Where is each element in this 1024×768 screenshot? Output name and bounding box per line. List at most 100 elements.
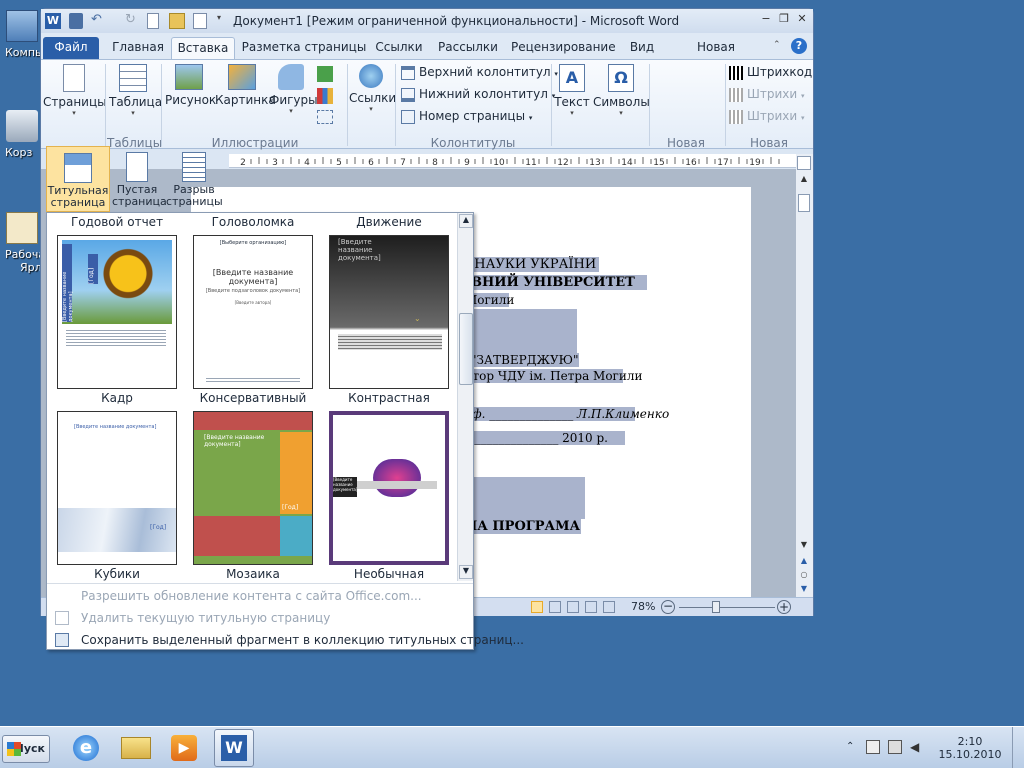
tab-home[interactable]: Главная (107, 37, 169, 59)
tab-file[interactable]: Файл (43, 37, 99, 59)
taskbar-word[interactable]: W (214, 729, 254, 767)
web-layout-icon[interactable] (567, 601, 579, 613)
tab-view[interactable]: Вид (625, 37, 659, 59)
links-icon (359, 64, 383, 88)
footer-button[interactable]: Нижний колонтитул ▾ (401, 84, 555, 104)
cover-page-button[interactable]: Титульная страница (46, 146, 110, 212)
cover-label-cubes: Кубики (94, 567, 140, 581)
draft-icon[interactable] (603, 601, 615, 613)
menu-item-save-selection[interactable]: Сохранить выделенный фрагмент в коллекци… (53, 629, 524, 651)
shapes-button[interactable]: Фигуры ▾ (269, 64, 318, 115)
undo-icon[interactable]: ↶ (91, 13, 105, 29)
menu-item-office-update[interactable]: Разрешить обновление контента с сайта Of… (53, 585, 463, 607)
gallery-scrollbar[interactable]: ▲ ▼ (457, 213, 473, 581)
clipart-button[interactable]: Картинка (215, 64, 276, 107)
tab-insert[interactable]: Вставка (171, 37, 235, 59)
network-icon[interactable] (888, 740, 902, 754)
cover-thumb-unusual[interactable]: [Введите название документа] (329, 411, 449, 565)
text-box-icon: A (559, 64, 585, 92)
title-bar[interactable]: W ↶ ↻ ▾ Документ1 [Режим ограниченной фу… (41, 9, 813, 33)
barcode-button-2[interactable]: Штрихи ▾ (729, 84, 804, 104)
new-document-icon[interactable] (147, 13, 159, 29)
volume-icon[interactable]: ◀ (910, 740, 924, 754)
page-break-button[interactable]: Разрыв страницы (166, 146, 223, 212)
zoom-out-icon[interactable]: − (661, 600, 675, 614)
word-icon: W (221, 735, 247, 761)
cover-thumb-cubes[interactable]: [Введите название документа] [Год] (57, 411, 177, 565)
blank-page-icon (126, 152, 148, 182)
gallery-scroll-thumb[interactable] (459, 313, 473, 385)
barcode-button[interactable]: Штрихкод (729, 62, 812, 82)
desktop-icon-computer[interactable]: Компь (0, 10, 44, 82)
ruler-tick-label: 2 (240, 158, 246, 168)
zoom-slider-thumb[interactable] (712, 601, 721, 613)
print-layout-icon[interactable] (531, 601, 543, 613)
zoom-level[interactable]: 78% (631, 600, 655, 613)
ruler-tick-label: 3 (272, 158, 278, 168)
table-button[interactable]: Таблица ▾ (109, 64, 162, 117)
doc-line: " ______________ 2010 р. (465, 431, 625, 445)
zoom-slider[interactable] (679, 601, 775, 613)
symbols-button[interactable]: Ω Символы ▾ (593, 64, 650, 117)
cover-thumb-conservative[interactable]: [Выберите организацию] [Введите название… (193, 235, 313, 389)
ruler-tick-label: 13 (589, 158, 600, 168)
previous-page-icon[interactable]: ▲ (798, 556, 810, 568)
cover-thumb-kadr[interactable]: [Введите название документа] [Год] (57, 235, 177, 389)
horizontal-ruler[interactable]: 2 3 4 5 6 7 8 9 10 11 12 13 14 15 16 17 19 (229, 154, 797, 168)
taskbar-explorer[interactable] (116, 729, 156, 767)
taskbar-ie[interactable]: e (66, 729, 106, 767)
close-button[interactable]: ✕ (793, 12, 811, 28)
clock[interactable]: 2:10 15.10.2010 (930, 735, 1010, 761)
show-hidden-icons-icon[interactable]: ⌃ (846, 741, 854, 752)
minimize-ribbon-icon[interactable]: ⌃ (773, 40, 785, 52)
pages-button[interactable]: Страницы ▾ (43, 64, 107, 117)
menu-item-remove-cover[interactable]: Удалить текущую титульную страницу (53, 607, 463, 629)
open-folder-icon[interactable] (169, 13, 185, 29)
word-app-icon[interactable]: W (45, 13, 61, 29)
vertical-scrollbar[interactable]: ▲ ▼ ▲ ○ ▼ (796, 154, 813, 597)
smartart-icon[interactable] (317, 66, 333, 82)
next-page-icon[interactable]: ▼ (798, 584, 810, 596)
minimize-button[interactable]: − (757, 12, 775, 28)
desktop-icon-shortcut[interactable]: Рабоча Ярл (0, 212, 45, 284)
tab-references[interactable]: Ссылки (373, 37, 425, 59)
qat-customize-icon[interactable]: ▾ (217, 13, 225, 29)
print-preview-icon[interactable] (193, 13, 207, 29)
desktop-icon-recycle-bin[interactable]: Корз (0, 110, 44, 182)
screenshot-icon[interactable] (317, 110, 333, 124)
blank-page-button[interactable]: Пустая страница (112, 146, 167, 212)
cover-thumb-contrast[interactable]: [Введите название документа] ⌄ (329, 235, 449, 389)
scroll-down-icon[interactable]: ▼ (459, 565, 473, 579)
show-desktop-button[interactable] (1012, 727, 1024, 768)
help-icon[interactable]: ? (791, 38, 807, 54)
windows-logo-icon (7, 742, 21, 756)
tab-review[interactable]: Рецензирование (511, 37, 616, 59)
full-screen-reading-icon[interactable] (549, 601, 561, 613)
text-button[interactable]: A Текст ▾ (553, 64, 591, 117)
browse-object-icon[interactable]: ○ (798, 570, 810, 582)
tab-new[interactable]: Новая вкладка (671, 37, 761, 74)
barcode-button-3[interactable]: Штрихи ▾ (729, 106, 804, 126)
restore-button[interactable]: ❐ (775, 12, 793, 28)
scroll-down-icon[interactable]: ▼ (798, 540, 810, 552)
tab-page-layout[interactable]: Разметка страницы (241, 37, 367, 59)
scroll-up-icon[interactable]: ▲ (798, 174, 810, 190)
tab-mailings[interactable]: Рассылки (435, 37, 501, 59)
links-button[interactable]: Ссылки ▾ (349, 64, 396, 113)
picture-button[interactable]: Рисунок (165, 64, 216, 107)
start-button[interactable]: Пуск (2, 735, 50, 763)
chart-icon[interactable] (317, 88, 333, 104)
redo-icon[interactable]: ↻ (125, 13, 139, 29)
action-center-icon[interactable] (866, 740, 880, 754)
zoom-in-icon[interactable]: + (777, 600, 791, 614)
cover-label-unusual: Необычная (353, 567, 425, 581)
scroll-thumb[interactable] (798, 194, 810, 212)
cover-thumb-mosaic[interactable]: [Введите название документа] [Год] (193, 411, 313, 565)
page-number-button[interactable]: Номер страницы ▾ (401, 106, 532, 126)
scroll-up-icon[interactable]: ▲ (459, 214, 473, 228)
header-button[interactable]: Верхний колонтитул ▾ (401, 62, 558, 82)
ruler-toggle-icon[interactable] (797, 156, 811, 170)
taskbar-media-player[interactable]: ▶ (164, 729, 204, 767)
save-icon[interactable] (69, 13, 83, 29)
outline-icon[interactable] (585, 601, 597, 613)
